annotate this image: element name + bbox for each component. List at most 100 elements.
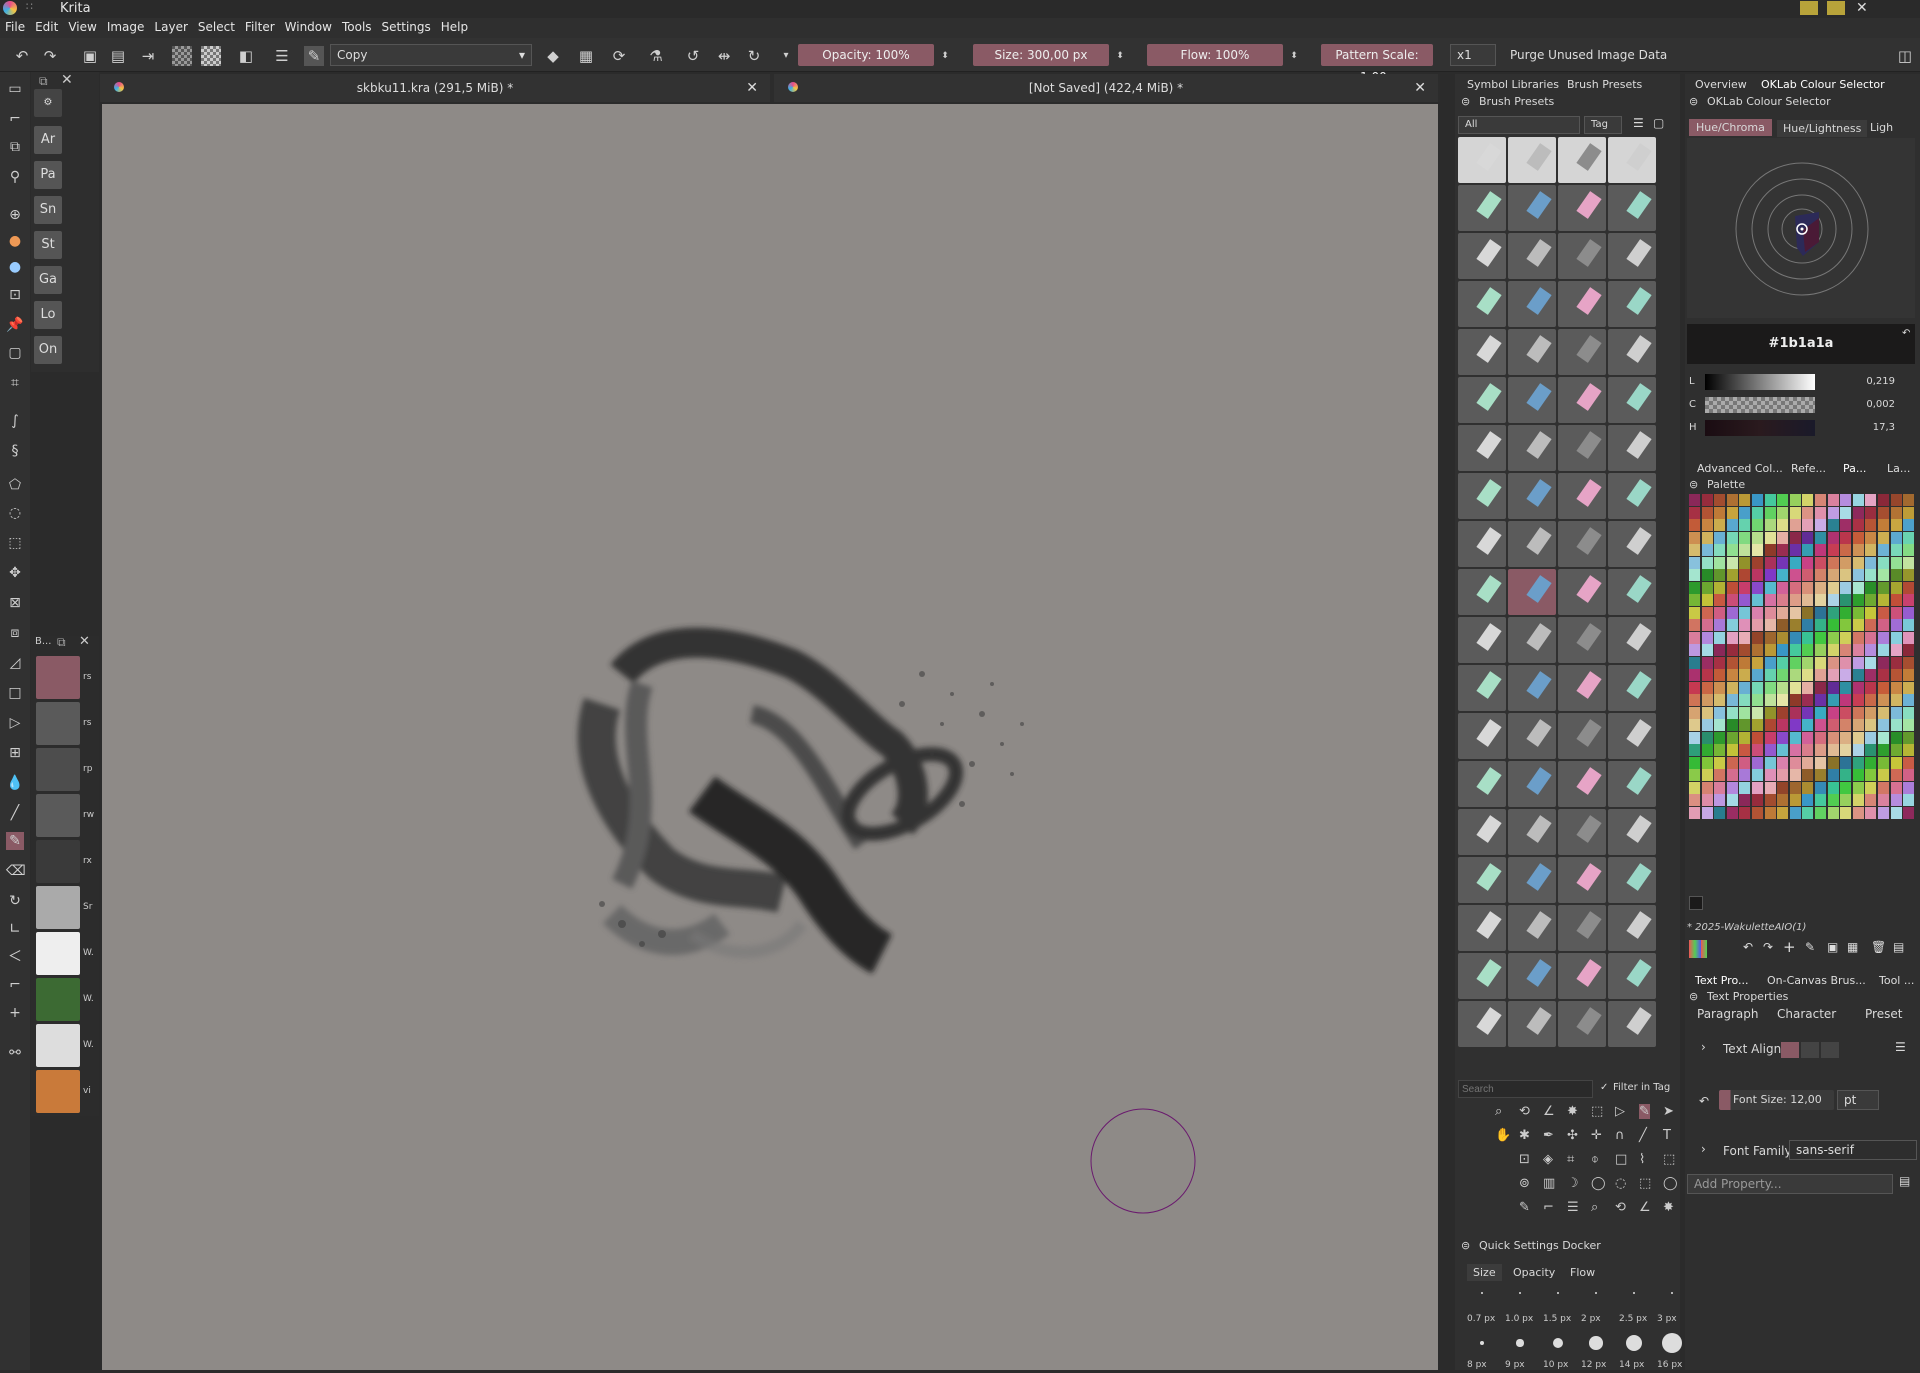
palette-swatch[interactable] [1764, 694, 1776, 706]
palette-swatch[interactable] [1739, 619, 1751, 631]
palette-swatch[interactable] [1840, 756, 1852, 769]
palette-swatch[interactable] [1827, 681, 1839, 694]
select-shape-icon[interactable]: ▭ [6, 80, 24, 98]
brush-preset-thumb[interactable] [1608, 857, 1656, 903]
brush-preset-thumb[interactable] [1608, 137, 1656, 183]
palette-swatch[interactable] [1777, 644, 1789, 656]
brush-preset-thumb[interactable] [1608, 809, 1656, 855]
flask-icon[interactable]: ⚗ [646, 46, 666, 66]
palette-swatch[interactable] [1840, 731, 1852, 744]
palette-swatch[interactable] [1764, 619, 1776, 631]
palette-swatch[interactable] [1840, 544, 1852, 556]
palette-swatch[interactable] [1777, 606, 1789, 619]
palette-swatch[interactable] [1777, 519, 1789, 531]
brush-preset-thumb[interactable] [1508, 569, 1556, 615]
recent-preset-thumb[interactable] [36, 886, 80, 929]
palette-swatch[interactable] [1689, 581, 1700, 594]
tab-character[interactable]: Character [1777, 1007, 1836, 1021]
palette-swatch[interactable] [1789, 619, 1801, 631]
palette-swatch[interactable] [1701, 731, 1713, 744]
align-left-button[interactable] [1781, 1042, 1799, 1058]
palette-swatch[interactable] [1890, 706, 1902, 719]
palette-swatch[interactable] [1878, 544, 1889, 556]
palette-swatch[interactable] [1840, 681, 1852, 694]
chevron-right-icon[interactable]: › [1701, 1142, 1706, 1156]
palette-swatch[interactable] [1827, 806, 1839, 819]
palette-swatch[interactable] [1726, 756, 1738, 769]
tool-grid-icon[interactable]: □ [1615, 1152, 1627, 1167]
palette-swatch[interactable] [1827, 706, 1839, 719]
palette-swatch[interactable] [1890, 744, 1902, 756]
palette-swatch[interactable] [1689, 806, 1700, 819]
palette-swatch[interactable] [1726, 644, 1738, 656]
brush-preset-thumb[interactable] [1458, 905, 1506, 951]
redo-palette-icon[interactable]: ↷ [1763, 940, 1773, 954]
tool-grid-icon[interactable]: ☽ [1567, 1176, 1579, 1191]
brush-preset-icon[interactable]: ✎ [304, 46, 324, 66]
palette-swatch[interactable] [1827, 669, 1839, 681]
brush-preset-thumb[interactable] [1558, 713, 1606, 759]
brush-preset-thumb[interactable] [1508, 1001, 1556, 1047]
palette-swatch[interactable] [1878, 569, 1889, 581]
palette-swatch[interactable] [1739, 781, 1751, 794]
palette-swatch[interactable] [1752, 544, 1763, 556]
add-icon[interactable]: + [6, 1004, 24, 1022]
size-dot[interactable] [1625, 1334, 1643, 1352]
palette-swatch[interactable] [1726, 744, 1738, 756]
tab-text-properties[interactable]: Text Pro... [1695, 974, 1749, 987]
palette-swatch[interactable] [1701, 781, 1713, 794]
polyline-icon[interactable]: ▷ [6, 714, 24, 732]
palette-swatch[interactable] [1777, 506, 1789, 519]
palette-swatch[interactable] [1726, 494, 1738, 506]
palette-swatch[interactable] [1789, 581, 1801, 594]
palette-swatch[interactable] [1840, 706, 1852, 719]
menu-filter[interactable]: Filter [240, 18, 280, 36]
palette-swatch[interactable] [1789, 569, 1801, 581]
palette-swatch[interactable] [1714, 531, 1726, 544]
palette-swatch[interactable] [1865, 606, 1877, 619]
bezier-icon[interactable]: ∫ [6, 412, 24, 430]
preset-close-icon[interactable]: ✕ [79, 634, 90, 649]
palette-swatch[interactable] [1802, 569, 1814, 581]
palette-swatch[interactable] [1865, 531, 1877, 544]
palette-swatch[interactable] [1764, 556, 1776, 569]
brush-preset-thumb[interactable] [1608, 761, 1656, 807]
preset-filter-select[interactable]: All [1458, 116, 1580, 134]
edit-swatch-icon[interactable]: ✎ [1805, 940, 1815, 954]
palette-swatch[interactable] [1739, 806, 1751, 819]
palette-swatch[interactable] [1789, 556, 1801, 569]
size-dot[interactable] [1552, 1337, 1564, 1349]
palette-swatch[interactable] [1840, 781, 1852, 794]
palette-swatch[interactable] [1852, 556, 1864, 569]
palette-swatch[interactable] [1903, 569, 1915, 581]
palette-swatch[interactable] [1840, 669, 1852, 681]
palette-swatch[interactable] [1878, 581, 1889, 594]
palette-swatch[interactable] [1865, 569, 1877, 581]
palette-swatch[interactable] [1789, 519, 1801, 531]
brush-preset-thumb[interactable] [1558, 617, 1606, 663]
palette-swatch[interactable] [1764, 569, 1776, 581]
palette-swatch[interactable] [1714, 706, 1726, 719]
add-property-select[interactable]: Add Property... [1687, 1174, 1893, 1194]
palette-swatch[interactable] [1802, 756, 1814, 769]
palette-swatch[interactable] [1689, 569, 1700, 581]
palette-swatch[interactable] [1764, 581, 1776, 594]
brush-preset-thumb[interactable] [1458, 713, 1506, 759]
slider-value[interactable]: 0,219 [1835, 376, 1895, 387]
purge-button[interactable]: Purge Unused Image Data [1510, 48, 1667, 62]
palette-swatch[interactable] [1890, 506, 1902, 519]
pattern-icon[interactable] [201, 46, 221, 66]
brush-preset-thumb[interactable] [1558, 281, 1606, 327]
palette-swatch[interactable] [1701, 519, 1713, 531]
palette-swatch[interactable] [1815, 744, 1826, 756]
palette-swatch[interactable] [1764, 719, 1776, 731]
size-dot[interactable] [1671, 1292, 1673, 1294]
docker-close-icon[interactable]: ✕ [61, 72, 73, 88]
palette-swatch[interactable] [1865, 506, 1877, 519]
reload-preset-icon[interactable]: ⟳ [609, 46, 629, 66]
save-icon[interactable]: ▣ [80, 46, 100, 66]
palette-swatch[interactable] [1878, 756, 1889, 769]
palette-swatch[interactable] [1726, 694, 1738, 706]
palette-swatch[interactable] [1752, 581, 1763, 594]
palette-swatch[interactable] [1701, 794, 1713, 806]
